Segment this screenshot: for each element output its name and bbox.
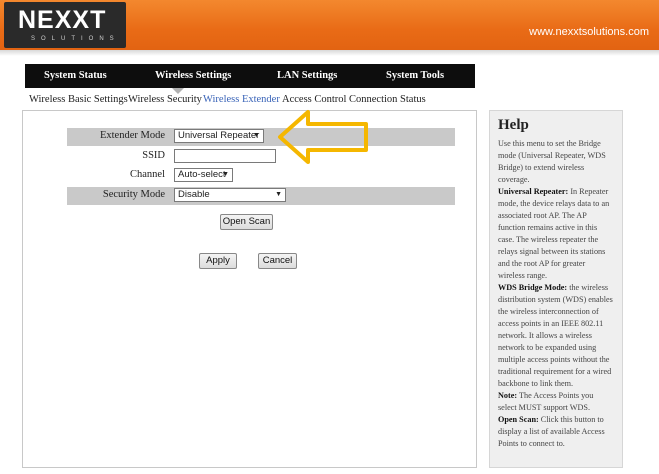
subnav-wireless-basic-settings[interactable]: Wireless Basic Settings <box>29 94 128 105</box>
help-intro: Use this menu to set the Bridge mode (Un… <box>498 139 606 184</box>
tab-system-status[interactable]: System Status <box>44 64 107 88</box>
open-scan-button[interactable]: Open Scan <box>220 214 273 230</box>
help-text: Use this menu to set the Bridge mode (Un… <box>498 138 614 450</box>
subnav-connection-status[interactable]: Connection Status <box>349 94 426 105</box>
dropdown-arrow-icon: ▼ <box>275 191 282 198</box>
site-header: NEXXT SOLUTIONS www.nexxtsolutions.com <box>0 0 659 50</box>
help-universal-text: In Repeater mode, the device relays data… <box>498 187 610 280</box>
site-url-link[interactable]: www.nexxtsolutions.com <box>529 26 649 38</box>
tab-wireless-settings[interactable]: Wireless Settings <box>155 64 231 88</box>
extender-mode-value: Universal Repeater <box>178 130 260 141</box>
header-shadow <box>0 50 659 56</box>
apply-button[interactable]: Apply <box>199 253 237 269</box>
help-panel: Help Use this menu to set the Bridge mod… <box>489 110 623 468</box>
help-wds-title: WDS Bridge Mode: <box>498 283 568 292</box>
help-scan-title: Open Scan: <box>498 415 539 424</box>
extender-mode-label: Extender Mode <box>99 130 165 141</box>
help-wds-text: the wireless distribution system (WDS) e… <box>498 283 613 388</box>
subnav-access-control[interactable]: Access Control <box>282 94 346 105</box>
security-mode-value: Disable <box>178 189 210 200</box>
tab-lan-settings[interactable]: LAN Settings <box>277 64 337 88</box>
channel-label: Channel <box>130 169 165 180</box>
extender-mode-row: Extender Mode Universal Repeater ▼ <box>67 128 455 146</box>
security-mode-select[interactable]: Disable ▼ <box>174 188 286 202</box>
channel-value: Auto-select <box>178 169 226 180</box>
ssid-input[interactable] <box>174 149 276 163</box>
cancel-button[interactable]: Cancel <box>258 253 297 269</box>
main-panel: Extender Mode Universal Repeater ▼ SSID … <box>22 110 477 468</box>
channel-row: Channel Auto-select ▼ <box>67 167 455 185</box>
subnav-wireless-security[interactable]: Wireless Security <box>128 94 202 105</box>
security-mode-label: Security Mode <box>102 189 165 200</box>
help-title: Help <box>498 117 529 133</box>
dropdown-arrow-icon: ▼ <box>222 171 229 178</box>
security-mode-row: Security Mode Disable ▼ <box>67 187 455 205</box>
extender-mode-select[interactable]: Universal Repeater ▼ <box>174 129 264 143</box>
logo-subtext: SOLUTIONS <box>31 36 120 42</box>
channel-select[interactable]: Auto-select ▼ <box>174 168 233 182</box>
logo-text: NEXXT <box>18 6 107 34</box>
top-nav: System Status Wireless Settings LAN Sett… <box>25 64 475 88</box>
tab-system-tools[interactable]: System Tools <box>386 64 444 88</box>
nexxt-logo[interactable]: NEXXT SOLUTIONS <box>4 2 126 48</box>
subnav-wireless-extender[interactable]: Wireless Extender <box>203 94 280 105</box>
help-note-title: Note: <box>498 391 518 400</box>
callout-arrow-icon <box>278 110 368 164</box>
ssid-row: SSID <box>67 148 455 166</box>
dropdown-arrow-icon: ▼ <box>253 132 260 139</box>
help-universal-title: Universal Repeater: <box>498 187 569 196</box>
ssid-label: SSID <box>142 150 165 161</box>
